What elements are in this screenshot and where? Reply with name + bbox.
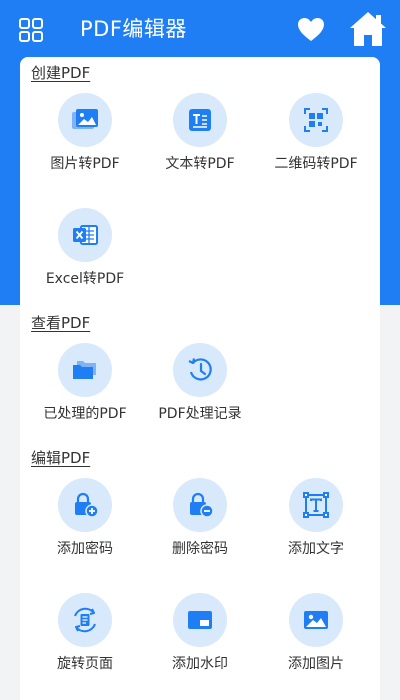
item-label: 添加密码 [57, 541, 113, 557]
excel-icon [58, 208, 112, 262]
home-icon[interactable] [349, 10, 387, 48]
item-label: 已处理的PDF [43, 406, 127, 422]
item-label: 二维码转PDF [274, 156, 358, 172]
qr-code-icon [289, 93, 343, 147]
add-watermark-button[interactable]: 添加水印 [145, 593, 255, 683]
app-title: PDF编辑器 [80, 17, 187, 41]
lock-add-icon [58, 478, 112, 532]
heart-icon[interactable] [297, 17, 325, 43]
main-card: 创建PDF 图片转PDF 文本转PDF 二维码转PDF Excel转PDF 查看… [20, 57, 380, 700]
folders-icon [58, 343, 112, 397]
image-to-pdf-button[interactable]: 图片转PDF [30, 93, 140, 183]
history-clock-icon [173, 343, 227, 397]
item-label: 添加文字 [288, 541, 344, 557]
item-label: 删除密码 [172, 541, 228, 557]
qr-code-to-pdf-button[interactable]: 二维码转PDF [261, 93, 371, 183]
add-image-button[interactable]: 添加图片 [261, 593, 371, 683]
add-text-icon [289, 478, 343, 532]
item-label: PDF处理记录 [158, 406, 242, 422]
item-label: 图片转PDF [50, 156, 120, 172]
item-label: 文本转PDF [165, 156, 235, 172]
top-bar: PDF编辑器 [0, 0, 400, 58]
grid-menu-icon[interactable] [18, 17, 44, 43]
processed-pdf-button[interactable]: 已处理的PDF [30, 343, 140, 433]
excel-to-pdf-button[interactable]: Excel转PDF [30, 208, 140, 298]
add-image-icon [289, 593, 343, 647]
remove-password-button[interactable]: 删除密码 [145, 478, 255, 568]
section-title-create: 创建PDF [31, 64, 91, 82]
add-password-button[interactable]: 添加密码 [30, 478, 140, 568]
rotate-page-button[interactable]: 旋转页面 [30, 593, 140, 683]
section-title-view: 查看PDF [31, 314, 91, 332]
watermark-icon [173, 593, 227, 647]
text-document-icon [173, 93, 227, 147]
item-label: 旋转页面 [57, 656, 113, 672]
lock-remove-icon [173, 478, 227, 532]
add-text-button[interactable]: 添加文字 [261, 478, 371, 568]
text-to-pdf-button[interactable]: 文本转PDF [145, 93, 255, 183]
pdf-history-button[interactable]: PDF处理记录 [145, 343, 255, 433]
section-title-edit: 编辑PDF [31, 449, 91, 467]
rotate-page-icon [58, 593, 112, 647]
item-label: 添加水印 [172, 656, 228, 672]
image-icon [58, 93, 112, 147]
item-label: 添加图片 [288, 656, 344, 672]
item-label: Excel转PDF [45, 271, 125, 287]
